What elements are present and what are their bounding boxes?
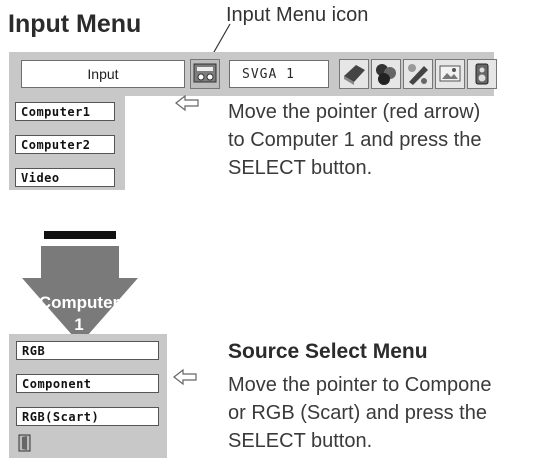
step2-line3: SELECT button. [228, 430, 373, 452]
list-item-component[interactable]: Component [16, 374, 159, 393]
input-menu-icon-callout: Input Menu icon [226, 4, 369, 26]
color-icon[interactable] [371, 59, 401, 89]
arrow-top-bar [44, 231, 116, 239]
image-icon[interactable] [435, 59, 465, 89]
input-submenu: Computer1 Computer2 Video [9, 96, 125, 190]
step2-line1: Move the pointer to Compone [228, 374, 492, 396]
mode-indicator: SVGA 1 [229, 60, 329, 88]
sound-icon[interactable] [467, 59, 497, 89]
list-item-rgb[interactable]: RGB [16, 341, 159, 360]
step1-line2: to Computer 1 and press the [228, 129, 482, 151]
arrow-label: Computer 1 [28, 292, 130, 336]
pointer-arrow-icon [175, 94, 199, 112]
step2-instructions: Move the pointer to Compone or RGB (Scar… [228, 371, 545, 455]
input-menu-icon[interactable] [190, 59, 220, 89]
list-item-computer1[interactable]: Computer1 [15, 102, 115, 121]
arrow-label-line1: Computer [38, 293, 120, 312]
list-item-computer2[interactable]: Computer2 [15, 135, 115, 154]
menu-bar: Input SVGA 1 [9, 52, 497, 96]
display-icon[interactable] [339, 59, 369, 89]
pointer-arrow-icon-2 [173, 368, 197, 386]
step2-line2: or RGB (Scart) and press the [228, 402, 487, 424]
list-item-video[interactable]: Video [15, 168, 115, 187]
step1-line3: SELECT button. [228, 157, 373, 179]
back-icon[interactable] [17, 434, 33, 452]
adjust-icon[interactable] [403, 59, 433, 89]
source-select-heading: Source Select Menu [228, 340, 428, 363]
source-submenu: RGB Component RGB(Scart) [9, 334, 167, 458]
step1-instructions: Move the pointer (red arrow) to Computer… [228, 98, 481, 182]
arrow-label-line2: 1 [74, 315, 84, 334]
list-item-rgb-scart[interactable]: RGB(Scart) [16, 407, 159, 426]
input-field[interactable]: Input [21, 60, 185, 88]
input-menu-heading: Input Menu [8, 10, 142, 38]
step1-line1: Move the pointer (red arrow) [228, 101, 481, 123]
